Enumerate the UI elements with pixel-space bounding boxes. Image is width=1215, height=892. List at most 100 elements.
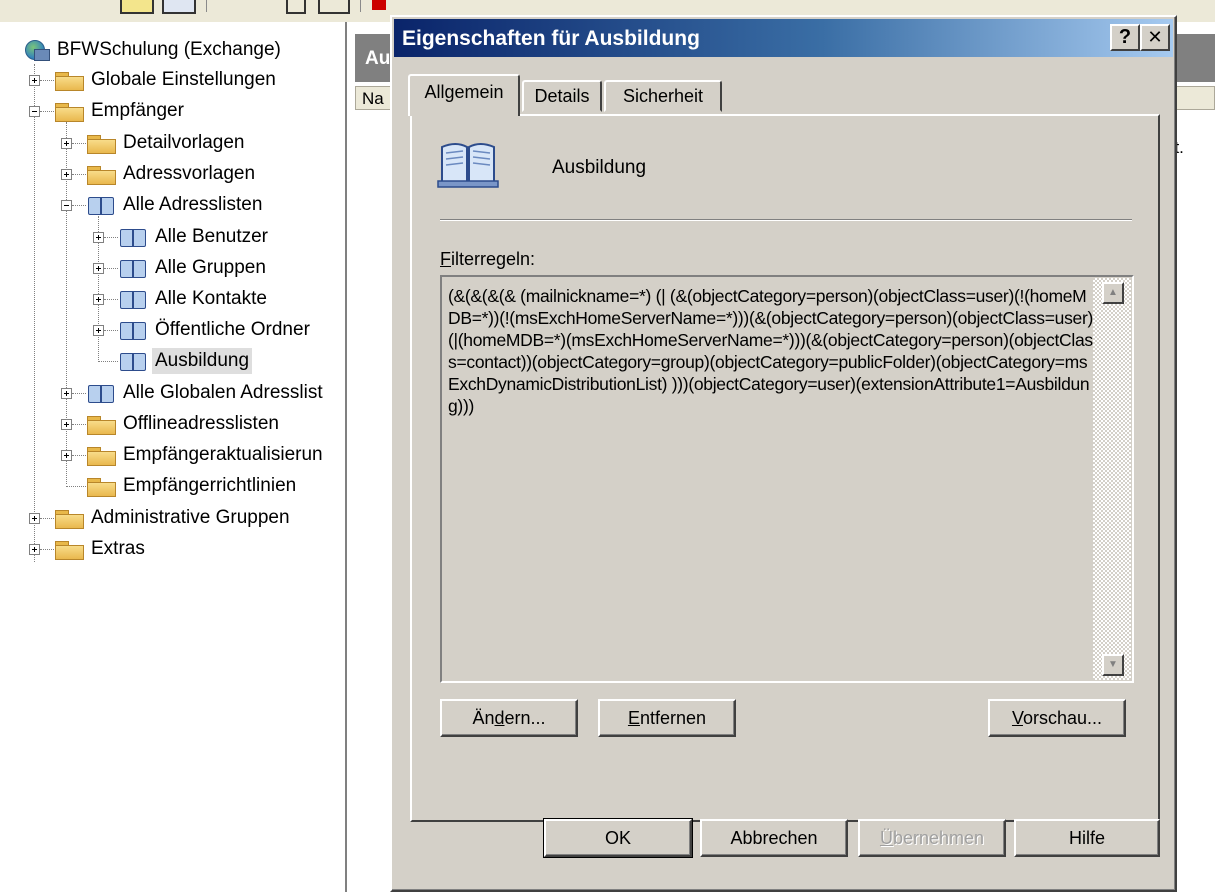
tree-connector xyxy=(104,268,118,269)
tree-item-globale-einstellungen[interactable]: Globale Einstellungen xyxy=(54,67,279,93)
copy-icon[interactable] xyxy=(286,0,306,14)
filter-rules-label-text: ilterregeln: xyxy=(451,249,536,269)
apply-button[interactable]: Übernehmen xyxy=(858,819,1006,857)
cut-icon[interactable] xyxy=(232,0,252,12)
tree-label: Globale Einstellungen xyxy=(91,69,276,90)
folder-icon xyxy=(54,70,84,91)
tree-item-alle-adresslisten[interactable]: Alle Adresslisten xyxy=(86,192,265,218)
expand-icon[interactable] xyxy=(93,294,104,305)
filter-rules-textbox[interactable]: (&(&(&(& (mailnickname=*) (| (&(objectCa… xyxy=(440,275,1134,683)
expand-icon[interactable] xyxy=(61,169,72,180)
tree-item-ausbildung[interactable]: Ausbildung xyxy=(118,348,253,374)
console-tree: BFWSchulung (Exchange) Globale Einstellu… xyxy=(0,22,347,892)
tree-label: Alle Adresslisten xyxy=(123,194,263,215)
tree-item-adressvorlagen[interactable]: Adressvorlagen xyxy=(86,161,258,187)
tree-connector xyxy=(40,518,54,519)
column-header-label: Na xyxy=(362,89,384,108)
folder-icon xyxy=(86,164,116,185)
tree-label: Administrative Gruppen xyxy=(91,507,290,528)
tree-label: Alle Globalen Adresslist xyxy=(123,382,323,403)
preview-button-mnemonic: V xyxy=(1011,708,1023,728)
folder-icon xyxy=(86,414,116,435)
expand-icon[interactable] xyxy=(29,75,40,86)
collapse-icon[interactable] xyxy=(29,106,40,117)
remove-button[interactable]: Entfernen xyxy=(598,699,736,737)
tree-label: Empfängeraktualisierun xyxy=(123,444,323,465)
ok-button[interactable]: OK xyxy=(543,818,693,858)
folder-toolbar-icon[interactable] xyxy=(120,0,154,14)
tree-root[interactable]: BFWSchulung (Exchange) xyxy=(22,37,284,63)
help-icon[interactable]: ? xyxy=(1110,24,1140,51)
back-icon[interactable] xyxy=(18,0,28,12)
help-button[interactable]: Hilfe xyxy=(1014,819,1160,857)
expand-icon[interactable] xyxy=(61,450,72,461)
remove-button-mnemonic: E xyxy=(627,708,640,728)
expand-icon[interactable] xyxy=(93,325,104,336)
filter-rules-label-mnemonic: F xyxy=(440,249,451,269)
separator xyxy=(440,219,1132,221)
scroll-down-icon[interactable]: ▼ xyxy=(1102,654,1124,676)
address-list-icon xyxy=(86,195,116,215)
collapse-icon[interactable] xyxy=(61,200,72,211)
tree-connector xyxy=(34,64,35,562)
tree-item-alle-kontakte[interactable]: Alle Kontakte xyxy=(118,286,270,312)
tree-connector xyxy=(104,299,118,300)
delete-icon[interactable] xyxy=(372,0,386,10)
change-button[interactable]: Ändern... xyxy=(440,699,578,737)
expand-icon[interactable] xyxy=(29,544,40,555)
folder-icon xyxy=(54,101,84,122)
tree-connector xyxy=(66,486,86,487)
folder-icon xyxy=(86,476,116,497)
tree-item-alle-gruppen[interactable]: Alle Gruppen xyxy=(118,255,269,281)
tree-item-empfaenger[interactable]: Empfänger xyxy=(54,98,187,124)
preview-button[interactable]: Vorschau... xyxy=(988,699,1126,737)
toolbar-separator xyxy=(206,0,207,12)
tree-label: Offlineadresslisten xyxy=(123,413,279,434)
tree-label: Empfängerrichtlinien xyxy=(123,475,297,496)
tree-item-offlineadresslisten[interactable]: Offlineadresslisten xyxy=(86,411,282,437)
cancel-button[interactable]: Abbrechen xyxy=(700,819,848,857)
address-list-icon xyxy=(86,383,116,403)
close-icon[interactable]: ✕ xyxy=(1140,24,1170,51)
tree-connector xyxy=(72,424,86,425)
tree-item-empfaengerrichtlinien[interactable]: Empfängerrichtlinien xyxy=(86,473,299,499)
tab-sicherheit[interactable]: Sicherheit xyxy=(604,80,722,112)
view-toolbar-icon[interactable] xyxy=(162,0,196,14)
tree-item-oeffentliche-ordner[interactable]: Öffentliche Ordner xyxy=(118,317,313,343)
tree-item-administrative-gruppen[interactable]: Administrative Gruppen xyxy=(54,505,293,531)
paste-icon[interactable] xyxy=(318,0,350,14)
forward-icon[interactable] xyxy=(82,0,92,12)
expand-icon[interactable] xyxy=(61,419,72,430)
filter-rules-text: (&(&(&(& (mailnickname=*) (| (&(objectCa… xyxy=(448,286,1094,416)
change-button-mnemonic: d xyxy=(494,708,505,728)
tree-label: Alle Benutzer xyxy=(155,226,269,247)
expand-icon[interactable] xyxy=(61,138,72,149)
change-button-label-pre: Än xyxy=(472,708,495,728)
tree-connector xyxy=(72,393,86,394)
scroll-up-icon[interactable]: ▲ xyxy=(1102,282,1124,304)
expand-icon[interactable] xyxy=(29,513,40,524)
expand-icon[interactable] xyxy=(93,232,104,243)
folder-icon xyxy=(86,133,116,154)
tree-item-extras[interactable]: Extras xyxy=(54,536,148,562)
tree-connector xyxy=(104,237,118,238)
filter-rules-scrollbar[interactable]: ▲ ▼ xyxy=(1093,278,1131,680)
tree-item-empfaengeraktualisierung[interactable]: Empfängeraktualisierun xyxy=(86,442,326,468)
expand-icon[interactable] xyxy=(61,388,72,399)
tab-allgemein[interactable]: Allgemein xyxy=(408,74,520,116)
properties-dialog: Eigenschaften für Ausbildung ? ✕ Allgeme… xyxy=(390,15,1177,892)
folder-icon xyxy=(54,508,84,529)
tree-connector xyxy=(104,330,118,331)
remove-button-label: ntfernen xyxy=(639,708,707,728)
expand-icon[interactable] xyxy=(93,263,104,274)
address-list-icon xyxy=(118,289,148,309)
tree-item-alle-globalen-adresslisten[interactable]: Alle Globalen Adresslist xyxy=(86,380,326,406)
tree-item-alle-benutzer[interactable]: Alle Benutzer xyxy=(118,224,271,250)
tree-item-detailvorlagen[interactable]: Detailvorlagen xyxy=(86,130,247,156)
folder-icon xyxy=(54,539,84,560)
tab-details[interactable]: Details xyxy=(522,80,602,112)
dialog-titlebar[interactable]: Eigenschaften für Ausbildung ? ✕ xyxy=(394,19,1173,57)
address-list-icon xyxy=(118,227,148,247)
address-list-icon xyxy=(118,320,148,340)
dialog-title: Eigenschaften für Ausbildung xyxy=(402,27,700,50)
